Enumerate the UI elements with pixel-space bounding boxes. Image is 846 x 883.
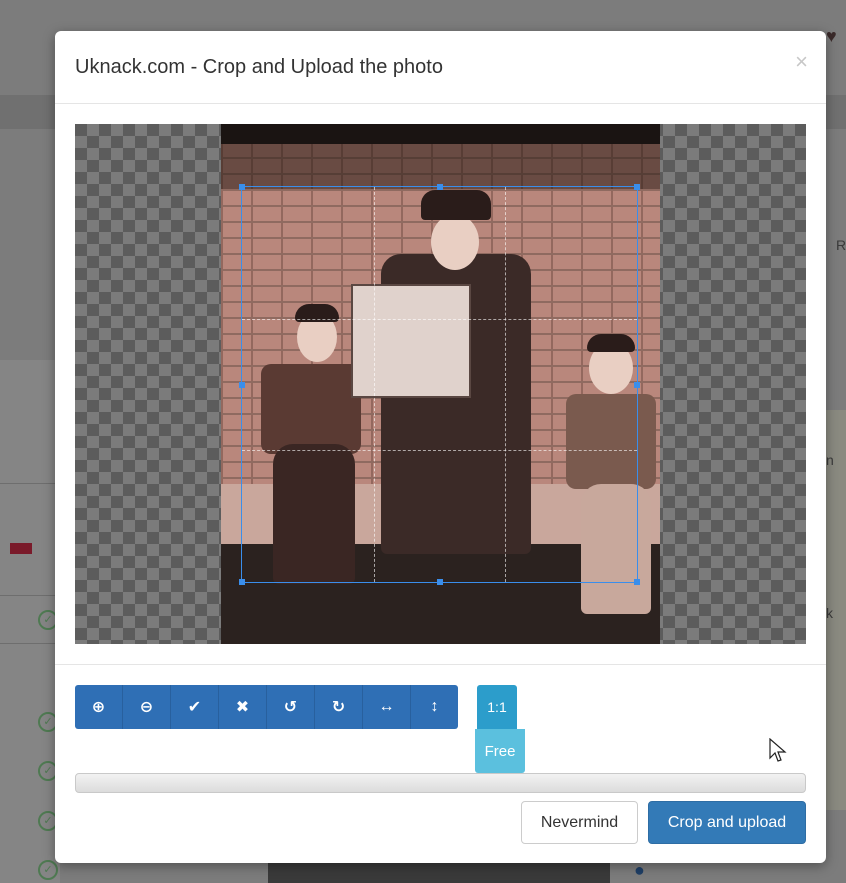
upload-progress-bar (75, 773, 806, 793)
background-text: n (826, 452, 834, 468)
rotate-right-button[interactable]: ↻ (315, 685, 363, 729)
flip-horizontal-button[interactable]: ↔ (363, 685, 411, 729)
background-divider (0, 483, 60, 484)
crop-handle-sw[interactable] (239, 579, 245, 585)
zoom-out-button[interactable]: ⊖ (123, 685, 171, 729)
aspect-ratio-free-button[interactable]: Free (475, 729, 525, 773)
aspect-ratio-1-1-button[interactable]: 1:1 (477, 685, 517, 729)
modal-header: Uknack.com - Crop and Upload the photo × (55, 31, 826, 104)
crop-handle-nw[interactable] (239, 184, 245, 190)
flip-vertical-button[interactable]: ↕ (411, 685, 458, 729)
close-x-icon: ✖ (235, 699, 250, 716)
close-icon[interactable]: × (795, 49, 808, 75)
heart-icon: ♥ (826, 26, 837, 46)
zoom-out-icon: ⊖ (139, 699, 154, 716)
crop-and-upload-button[interactable]: Crop and upload (648, 801, 806, 844)
zoom-in-icon: ⊕ (91, 699, 106, 716)
crop-canvas[interactable] (75, 124, 806, 644)
check-circle-icon: ✓ (38, 860, 58, 880)
nevermind-button[interactable]: Nevermind (521, 801, 638, 844)
crop-handle-s[interactable] (436, 579, 443, 585)
crop-guide-line (242, 450, 637, 452)
crop-handle-ne[interactable] (634, 184, 640, 190)
crop-handle-n[interactable] (436, 184, 443, 190)
crop-guide-line (242, 318, 637, 320)
photo-window-shadow (221, 144, 660, 189)
crop-upload-modal: Uknack.com - Crop and Upload the photo × (55, 31, 826, 863)
clear-button[interactable]: ✖ (219, 685, 267, 729)
crop-handle-e[interactable] (634, 381, 640, 388)
crop-guide-line (505, 187, 507, 582)
crop-selection-box[interactable] (239, 184, 640, 585)
rotate-left-button[interactable]: ↺ (267, 685, 315, 729)
modal-title: Uknack.com - Crop and Upload the photo (75, 56, 443, 78)
arrows-vertical-icon: ↕ (430, 698, 439, 715)
background-divider (0, 643, 60, 644)
background-red-bar (10, 543, 32, 554)
background-divider (0, 595, 60, 596)
background-text: R (836, 237, 846, 253)
arrows-horizontal-icon: ↔ (378, 698, 395, 715)
background-photo (268, 860, 610, 883)
rotate-left-icon: ↺ (283, 699, 298, 716)
rotate-right-icon: ↻ (331, 699, 346, 716)
crop-guide-line (373, 187, 375, 582)
background-text: k (826, 605, 833, 621)
person-icon: ● (634, 860, 645, 880)
crop-handle-se[interactable] (634, 579, 640, 585)
mouse-cursor-icon (769, 738, 787, 762)
crop-toolbar: ⊕ ⊖ ✔ ✖ ↺ ↻ ↔ ↕ (75, 685, 458, 729)
modal-divider (55, 664, 826, 665)
zoom-in-button[interactable]: ⊕ (75, 685, 123, 729)
check-icon: ✔ (187, 699, 202, 716)
apply-button[interactable]: ✔ (171, 685, 219, 729)
crop-handle-w[interactable] (239, 381, 245, 388)
